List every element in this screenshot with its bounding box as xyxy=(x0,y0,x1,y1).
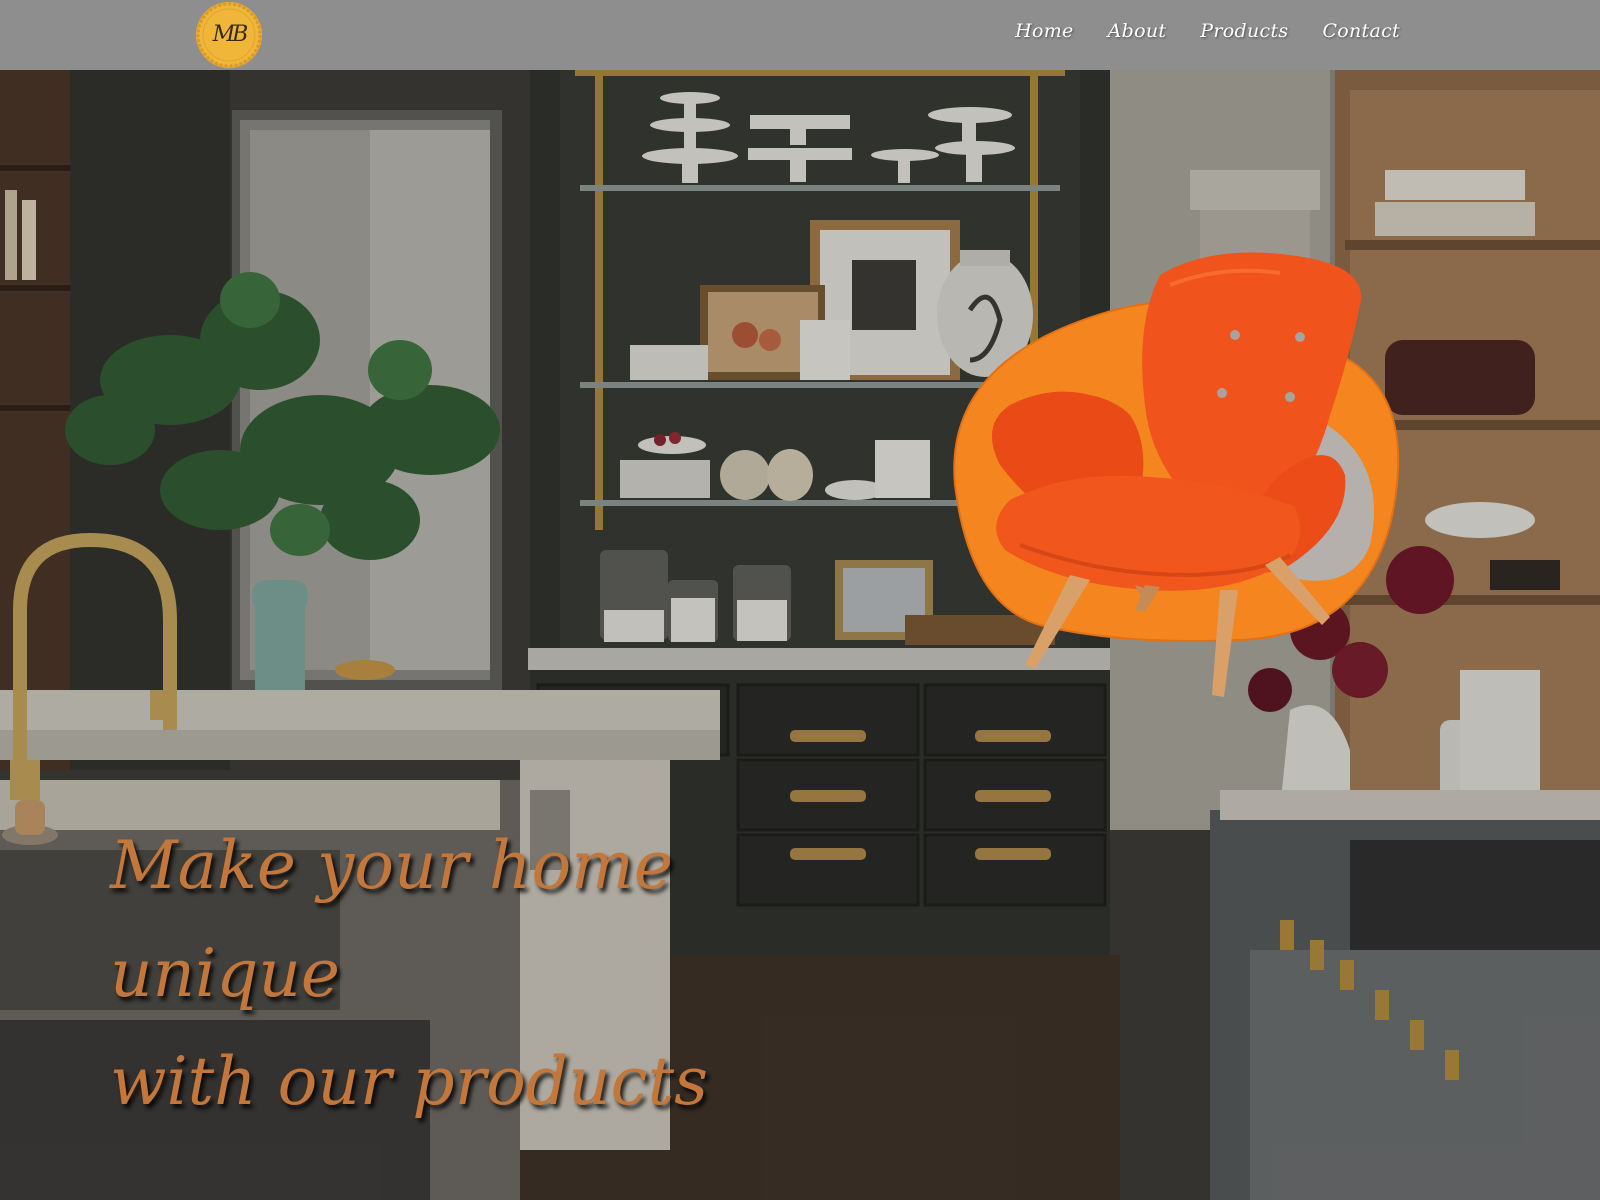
logo-monogram: MB xyxy=(212,22,249,47)
hero-headline-line2: with our products xyxy=(110,1043,709,1120)
nav-contact-link[interactable]: Contact xyxy=(1322,20,1400,42)
top-navbar: MB Home About Products Contact xyxy=(0,0,1600,70)
armchair-icon xyxy=(953,252,1400,697)
featured-product-image[interactable] xyxy=(950,245,1430,705)
nav-home-link[interactable]: Home xyxy=(1015,20,1073,42)
main-nav: Home About Products Contact xyxy=(1015,20,1400,42)
nav-about-link[interactable]: About xyxy=(1108,20,1167,42)
nav-products-link[interactable]: Products xyxy=(1200,20,1288,42)
brand-logo[interactable]: MB xyxy=(196,2,262,68)
hero-headline-line1: Make your home unique xyxy=(110,827,673,1012)
hero-headline: Make your home unique with our products xyxy=(110,812,870,1136)
